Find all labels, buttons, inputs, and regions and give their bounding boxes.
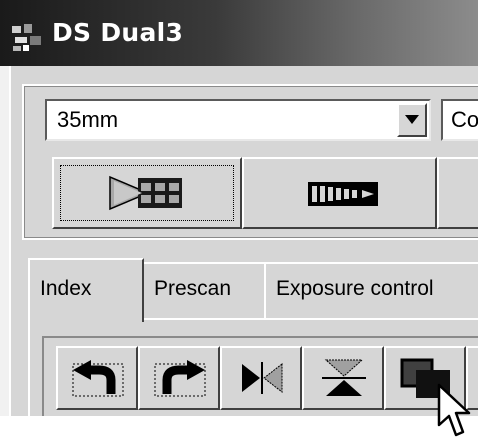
title-bar[interactable]: DS Dual3 <box>0 0 478 66</box>
mouse-cursor-icon <box>437 383 471 437</box>
secondary-select[interactable]: Co <box>441 99 478 141</box>
tab-index-label: Index <box>40 277 92 300</box>
film-strip-eject-icon <box>308 182 378 206</box>
flip-vertical-icon <box>322 359 366 396</box>
film-strip-eject-button[interactable] <box>242 157 437 229</box>
dropdown-arrow-button[interactable] <box>397 103 427 137</box>
flip-horizontal-icon <box>242 362 283 394</box>
tab-strip: Index Prescan Exposure control <box>28 258 478 322</box>
flip-vertical-button[interactable] <box>302 346 384 410</box>
tab-prescan[interactable]: Prescan <box>142 262 266 320</box>
film-type-select[interactable]: 35mm <box>45 99 431 141</box>
secondary-select-value: Co <box>451 107 478 132</box>
app-icon <box>12 24 41 51</box>
flip-horizontal-button[interactable] <box>220 346 302 410</box>
tab-exposure-control-label: Exposure control <box>276 277 434 300</box>
tab-index[interactable]: Index <box>28 258 144 322</box>
tab-prescan-label: Prescan <box>154 277 232 300</box>
bottom-margin <box>0 416 478 443</box>
scan-frames-icon <box>109 175 182 211</box>
rotate-right-icon <box>154 360 206 397</box>
window-title: DS Dual3 <box>52 18 184 47</box>
toolbar-button-partial[interactable] <box>437 157 478 229</box>
rotate-left-icon <box>72 360 124 397</box>
tab-exposure-control[interactable]: Exposure control <box>264 262 478 320</box>
scan-frames-button[interactable] <box>52 157 242 229</box>
rotate-right-button[interactable] <box>138 346 220 410</box>
chevron-down-icon <box>405 115 419 124</box>
rotate-left-button[interactable] <box>56 346 138 410</box>
film-type-value: 35mm <box>57 107 119 132</box>
